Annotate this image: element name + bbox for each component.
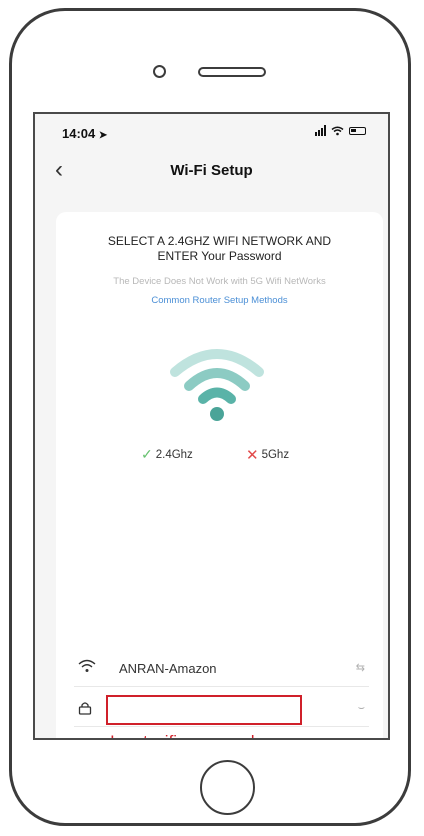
divider <box>74 726 369 727</box>
status-bar: 14:04 ➤ <box>35 114 388 154</box>
signal-icon <box>315 125 326 136</box>
password-input[interactable] <box>106 695 302 725</box>
headline-line-1: SELECT A 2.4GHZ WIFI NETWORK AND <box>107 234 332 248</box>
eye-icon[interactable]: ⌣ <box>358 702 365 715</box>
camera <box>153 65 166 78</box>
status-icons <box>315 125 366 136</box>
setup-card: SELECT A 2.4GHZ WIFI NETWORK AND ENTER Y… <box>56 212 383 738</box>
band-support: ✓ 2.4Ghz ✕ 5Ghz <box>56 446 383 464</box>
ssid-row[interactable]: ANRAN-Amazon ⇆ <box>56 657 383 681</box>
check-icon: ✓ <box>141 446 153 462</box>
cross-icon: ✕ <box>246 447 259 464</box>
speaker <box>198 67 266 77</box>
password-row: ⌣ <box>56 695 383 725</box>
home-button[interactable] <box>200 760 255 815</box>
divider <box>74 686 369 687</box>
wifi-illustration-icon <box>170 349 264 421</box>
battery-icon <box>349 126 366 135</box>
ssid-value: ANRAN-Amazon <box>119 661 217 676</box>
page-title: Wi-Fi Setup <box>170 162 253 179</box>
location-arrow-icon: ➤ <box>98 130 108 141</box>
lock-icon <box>78 702 92 715</box>
nav-bar: ‹ Wi-Fi Setup <box>35 156 388 192</box>
5g-warning: The Device Does Not Work with 5G Wifi Ne… <box>113 276 326 287</box>
instruction-headline: SELECT A 2.4GHZ WIFI NETWORK AND ENTER Y… <box>56 234 383 264</box>
wifi-icon <box>78 659 96 672</box>
app-screen: 14:04 ➤ ‹ Wi-Fi Setup SELECT A 2.4GHZ WI… <box>33 112 390 740</box>
band-2-4ghz: ✓ 2.4Ghz <box>141 446 193 463</box>
band-5ghz-label: 5Ghz <box>261 449 290 461</box>
password-annotation: Input wifi password <box>110 732 255 738</box>
band-5ghz: ✕ 5Ghz <box>246 446 289 464</box>
router-setup-link[interactable]: Common Router Setup Methods <box>56 295 383 306</box>
band-2-4ghz-label: 2.4Ghz <box>155 448 193 461</box>
status-time: 14:04 ➤ <box>62 126 108 141</box>
headline-line-2: ENTER Your Password <box>157 249 282 263</box>
wifi-icon <box>331 126 344 135</box>
swap-icon[interactable]: ⇆ <box>356 661 365 674</box>
